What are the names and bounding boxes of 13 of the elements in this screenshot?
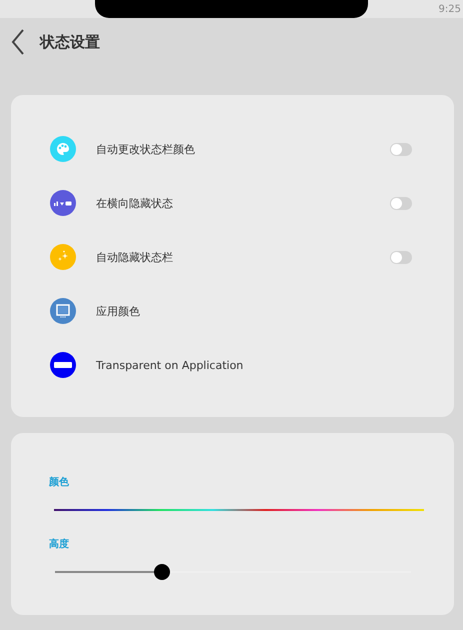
setting-label: 自动更改状态栏颜色: [96, 142, 196, 156]
status-time: 9:25: [438, 4, 461, 14]
setting-label: 应用颜色: [96, 304, 141, 318]
setting-label: Transparent on Application: [96, 358, 244, 372]
slider-label: 高度: [49, 537, 70, 551]
toggle-switch[interactable]: [390, 142, 412, 156]
page-title: 状态设置: [40, 32, 100, 52]
setting-label: 自动隐藏状态栏: [96, 250, 174, 264]
toggle-switch[interactable]: [390, 196, 412, 210]
slider-thumb[interactable]: [154, 564, 170, 580]
slider-label: 颜色: [49, 476, 70, 489]
setting-label: 在横向隐藏状态: [96, 196, 174, 210]
toggle-switch[interactable]: [390, 250, 412, 264]
